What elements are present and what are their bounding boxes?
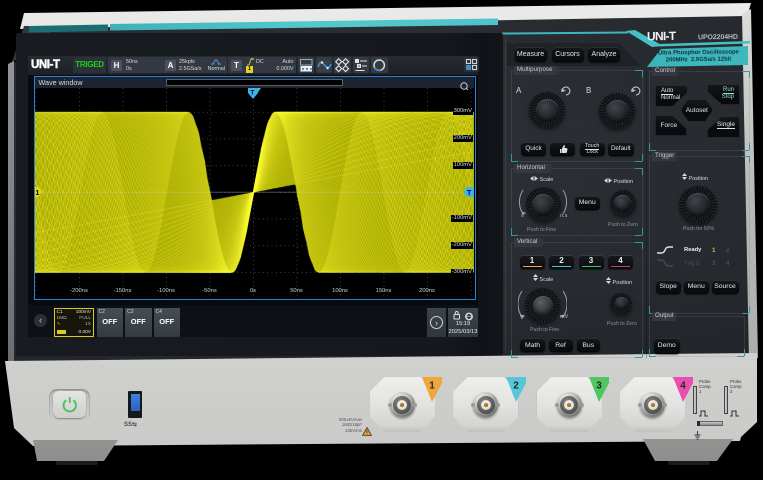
svg-text:1: 1 [430, 381, 436, 392]
svg-text:4: 4 [680, 381, 686, 392]
svg-text:2: 2 [513, 381, 519, 392]
svg-text:3: 3 [596, 381, 602, 392]
svg-text:T: T [467, 190, 472, 197]
svg-text:T: T [251, 90, 255, 96]
svg-text:1: 1 [35, 190, 39, 197]
